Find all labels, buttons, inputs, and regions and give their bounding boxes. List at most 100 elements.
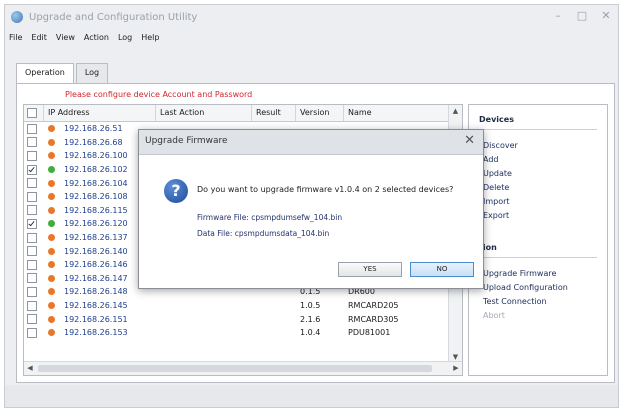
- select-all-checkbox-cell: [24, 105, 44, 121]
- row-checkbox[interactable]: [27, 259, 37, 270]
- side-link-discover[interactable]: Discover: [483, 141, 518, 150]
- maximize-button[interactable]: □: [576, 9, 588, 23]
- ip-address: 192.168.26.145: [64, 301, 128, 311]
- devices-section-title: Devices: [479, 115, 514, 124]
- row-checkbox[interactable]: [27, 286, 37, 297]
- scroll-left-arrow-icon[interactable]: ◀: [24, 362, 36, 375]
- ip-address: 192.168.26.108: [64, 192, 128, 202]
- ip-address: 192.168.26.115: [64, 205, 128, 215]
- devices-divider: [479, 129, 597, 130]
- horizontal-scroll-thumb[interactable]: [38, 365, 432, 372]
- name-cell: RMCARD305: [348, 314, 399, 324]
- dialog-close-icon[interactable]: ✕: [464, 133, 475, 148]
- menu-log[interactable]: Log: [118, 33, 132, 42]
- title-bar: Upgrade and Configuration Utility – □ ✕: [5, 5, 618, 29]
- status-dot-icon: [48, 329, 55, 337]
- side-link-import[interactable]: Import: [483, 197, 510, 206]
- menu-file[interactable]: File: [9, 33, 22, 42]
- status-dot-icon: [48, 220, 55, 228]
- table-row[interactable]: 192.168.26.153 1.0.4 PDU81001: [24, 326, 450, 340]
- no-button[interactable]: NO: [410, 262, 474, 277]
- status-dot-icon: [48, 302, 55, 310]
- row-checkbox-cell: [24, 314, 44, 325]
- column-result[interactable]: Result: [252, 105, 296, 121]
- status-dot-icon: [48, 288, 55, 296]
- menu-view[interactable]: View: [56, 33, 75, 42]
- row-checkbox[interactable]: [27, 300, 37, 311]
- dialog-message: Do you want to upgrade firmware v1.0.4 o…: [197, 185, 454, 194]
- account-warning: Please configure device Account and Pass…: [65, 90, 253, 99]
- side-link-add[interactable]: Add: [483, 155, 499, 164]
- column-last-action[interactable]: Last Action: [156, 105, 252, 121]
- horizontal-scrollbar[interactable]: ◀ ▶: [24, 361, 462, 375]
- status-bar: [5, 385, 618, 407]
- version-cell: 2.1.6: [300, 314, 321, 324]
- row-checkbox-cell: [24, 259, 44, 270]
- row-checkbox[interactable]: [27, 150, 37, 161]
- row-checkbox[interactable]: [27, 273, 37, 284]
- side-link-upload-configuration[interactable]: Upload Configuration: [483, 283, 568, 292]
- row-checkbox[interactable]: [27, 232, 37, 243]
- row-checkbox-cell: [24, 205, 44, 216]
- row-checkbox[interactable]: [27, 205, 37, 216]
- scroll-right-arrow-icon[interactable]: ▶: [450, 362, 462, 375]
- row-checkbox[interactable]: [27, 178, 37, 189]
- tab-operation[interactable]: Operation: [16, 63, 74, 85]
- row-checkbox-cell: [24, 286, 44, 297]
- minimize-button[interactable]: –: [552, 9, 564, 23]
- tab-log[interactable]: Log: [75, 63, 109, 83]
- table-row[interactable]: 192.168.26.145 1.0.5 RMCARD205: [24, 299, 450, 313]
- table-row[interactable]: 192.168.26.151 2.1.6 RMCARD305: [24, 312, 450, 326]
- menu-bar: File Edit View Action Log Help: [5, 29, 618, 45]
- status-dot-icon: [48, 125, 55, 133]
- side-link-update[interactable]: Update: [483, 169, 512, 178]
- ip-address: 192.168.26.137: [64, 233, 128, 243]
- status-dot-icon: [48, 179, 55, 187]
- ip-address: 192.168.26.104: [64, 178, 128, 188]
- ip-address: 192.168.26.68: [64, 137, 123, 147]
- side-link-delete[interactable]: Delete: [483, 183, 509, 192]
- ip-address-cell: 192.168.26.153: [44, 328, 156, 337]
- status-dot-icon: [48, 234, 55, 242]
- column-name[interactable]: Name: [344, 105, 450, 121]
- side-link-upgrade-firmware[interactable]: Upgrade Firmware: [483, 269, 556, 278]
- ip-address: 192.168.26.147: [64, 273, 128, 283]
- row-checkbox-cell: [24, 273, 44, 284]
- ip-address: 192.168.26.148: [64, 287, 128, 297]
- row-checkbox-cell: [24, 327, 44, 338]
- status-dot-icon: [48, 166, 55, 174]
- menu-edit[interactable]: Edit: [31, 33, 47, 42]
- menu-action[interactable]: Action: [84, 33, 109, 42]
- row-checkbox-cell: [24, 246, 44, 257]
- status-dot-icon: [48, 274, 55, 282]
- row-checkbox[interactable]: [27, 327, 37, 338]
- device-list-header: IP Address Last Action Result Version Na…: [24, 105, 450, 122]
- row-checkbox[interactable]: [27, 164, 37, 175]
- close-button[interactable]: ✕: [600, 9, 612, 23]
- column-version[interactable]: Version: [296, 105, 344, 121]
- row-checkbox-cell: [24, 178, 44, 189]
- ip-address: 192.168.26.51: [64, 124, 123, 134]
- status-dot-icon: [48, 193, 55, 201]
- select-all-checkbox[interactable]: [27, 107, 37, 118]
- name-cell: RMCARD205: [348, 301, 399, 311]
- row-checkbox-cell: [24, 164, 44, 175]
- window-controls: – □ ✕: [552, 9, 612, 23]
- menu-help[interactable]: Help: [141, 33, 159, 42]
- ip-address: 192.168.26.100: [64, 151, 128, 161]
- side-link-export[interactable]: Export: [483, 211, 509, 220]
- ip-address: 192.168.26.151: [64, 314, 128, 324]
- scroll-up-arrow-icon[interactable]: ▲: [449, 105, 462, 117]
- row-checkbox[interactable]: [27, 123, 37, 134]
- status-dot-icon: [48, 261, 55, 269]
- yes-button[interactable]: YES: [338, 262, 402, 277]
- ip-address: 192.168.26.140: [64, 246, 128, 256]
- row-checkbox-cell: [24, 123, 44, 134]
- row-checkbox[interactable]: [27, 218, 37, 229]
- row-checkbox[interactable]: [27, 314, 37, 325]
- row-checkbox[interactable]: [27, 191, 37, 202]
- side-link-test-connection[interactable]: Test Connection: [483, 297, 547, 306]
- row-checkbox[interactable]: [27, 246, 37, 257]
- row-checkbox[interactable]: [27, 137, 37, 148]
- column-ip-address[interactable]: IP Address: [44, 105, 156, 121]
